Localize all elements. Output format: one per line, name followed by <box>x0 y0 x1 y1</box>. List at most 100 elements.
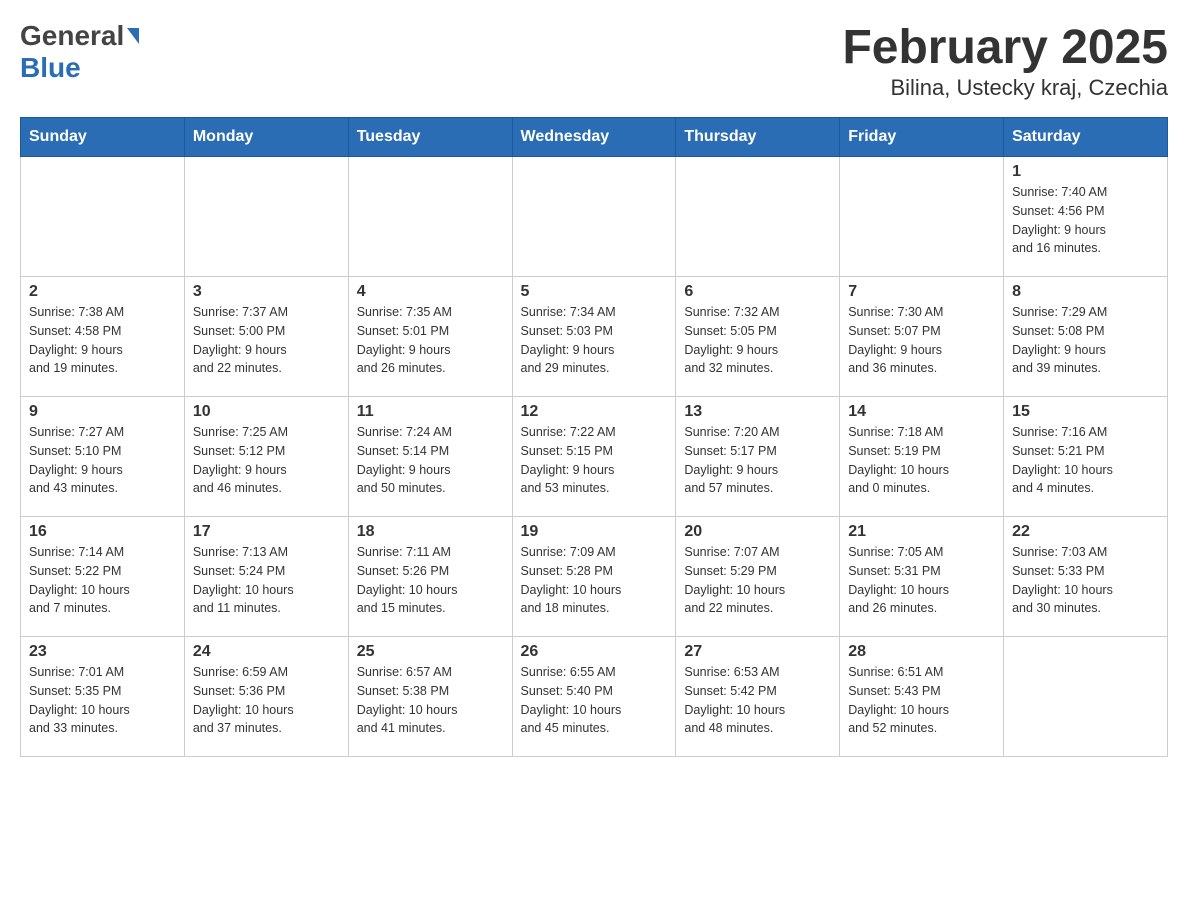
calendar-table: SundayMondayTuesdayWednesdayThursdayFrid… <box>20 117 1168 757</box>
day-number: 15 <box>1012 403 1159 421</box>
logo-general-text: General <box>20 20 124 52</box>
day-number: 18 <box>357 523 504 541</box>
day-info: Sunrise: 7:07 AM Sunset: 5:29 PM Dayligh… <box>684 543 831 618</box>
title-block: February 2025 Bilina, Ustecky kraj, Czec… <box>842 20 1168 101</box>
day-number: 19 <box>521 523 668 541</box>
calendar-cell: 25 Sunrise: 6:57 AM Sunset: 5:38 PM Dayli… <box>348 637 512 757</box>
day-info: Sunrise: 7:05 AM Sunset: 5:31 PM Dayligh… <box>848 543 995 618</box>
week-row: 16 Sunrise: 7:14 AM Sunset: 5:22 PM Dayli… <box>21 517 1168 637</box>
calendar-cell <box>676 157 840 277</box>
day-number: 23 <box>29 643 176 661</box>
calendar-subtitle: Bilina, Ustecky kraj, Czechia <box>842 75 1168 101</box>
day-number: 7 <box>848 283 995 301</box>
day-of-week-header: Saturday <box>1004 118 1168 157</box>
day-info: Sunrise: 6:51 AM Sunset: 5:43 PM Dayligh… <box>848 663 995 738</box>
day-number: 11 <box>357 403 504 421</box>
calendar-cell: 12 Sunrise: 7:22 AM Sunset: 5:15 PM Dayli… <box>512 397 676 517</box>
day-number: 26 <box>521 643 668 661</box>
day-info: Sunrise: 7:38 AM Sunset: 4:58 PM Dayligh… <box>29 303 176 378</box>
day-info: Sunrise: 7:13 AM Sunset: 5:24 PM Dayligh… <box>193 543 340 618</box>
day-number: 27 <box>684 643 831 661</box>
day-info: Sunrise: 7:22 AM Sunset: 5:15 PM Dayligh… <box>521 423 668 498</box>
day-info: Sunrise: 7:30 AM Sunset: 5:07 PM Dayligh… <box>848 303 995 378</box>
calendar-cell: 8 Sunrise: 7:29 AM Sunset: 5:08 PM Daylig… <box>1004 277 1168 397</box>
day-of-week-header: Thursday <box>676 118 840 157</box>
calendar-cell: 14 Sunrise: 7:18 AM Sunset: 5:19 PM Dayli… <box>840 397 1004 517</box>
day-info: Sunrise: 7:14 AM Sunset: 5:22 PM Dayligh… <box>29 543 176 618</box>
calendar-cell: 21 Sunrise: 7:05 AM Sunset: 5:31 PM Dayli… <box>840 517 1004 637</box>
day-info: Sunrise: 7:18 AM Sunset: 5:19 PM Dayligh… <box>848 423 995 498</box>
day-number: 4 <box>357 283 504 301</box>
calendar-header-row: SundayMondayTuesdayWednesdayThursdayFrid… <box>21 118 1168 157</box>
calendar-cell: 3Sunrise: 7:37 AM Sunset: 5:00 PM Daylig… <box>184 277 348 397</box>
day-number: 28 <box>848 643 995 661</box>
calendar-cell: 9 Sunrise: 7:27 AM Sunset: 5:10 PM Daylig… <box>21 397 185 517</box>
day-of-week-header: Sunday <box>21 118 185 157</box>
day-info: Sunrise: 7:40 AM Sunset: 4:56 PM Dayligh… <box>1012 183 1159 258</box>
day-info: Sunrise: 7:35 AM Sunset: 5:01 PM Dayligh… <box>357 303 504 378</box>
day-number: 2 <box>29 283 176 301</box>
day-number: 8 <box>1012 283 1159 301</box>
calendar-cell <box>184 157 348 277</box>
calendar-cell: 5 Sunrise: 7:34 AM Sunset: 5:03 PM Daylig… <box>512 277 676 397</box>
calendar-cell: 6 Sunrise: 7:32 AM Sunset: 5:05 PM Daylig… <box>676 277 840 397</box>
calendar-cell: 15 Sunrise: 7:16 AM Sunset: 5:21 PM Dayli… <box>1004 397 1168 517</box>
day-info: Sunrise: 7:34 AM Sunset: 5:03 PM Dayligh… <box>521 303 668 378</box>
day-info: Sunrise: 7:24 AM Sunset: 5:14 PM Dayligh… <box>357 423 504 498</box>
day-info: Sunrise: 7:03 AM Sunset: 5:33 PM Dayligh… <box>1012 543 1159 618</box>
calendar-cell <box>1004 637 1168 757</box>
calendar-cell: 20 Sunrise: 7:07 AM Sunset: 5:29 PM Dayli… <box>676 517 840 637</box>
calendar-cell: 16 Sunrise: 7:14 AM Sunset: 5:22 PM Dayli… <box>21 517 185 637</box>
calendar-cell <box>840 157 1004 277</box>
day-info: Sunrise: 7:32 AM Sunset: 5:05 PM Dayligh… <box>684 303 831 378</box>
day-info: Sunrise: 6:55 AM Sunset: 5:40 PM Dayligh… <box>521 663 668 738</box>
day-number: 13 <box>684 403 831 421</box>
calendar-cell: 23Sunrise: 7:01 AM Sunset: 5:35 PM Dayli… <box>21 637 185 757</box>
day-of-week-header: Tuesday <box>348 118 512 157</box>
week-row: 9 Sunrise: 7:27 AM Sunset: 5:10 PM Daylig… <box>21 397 1168 517</box>
day-number: 14 <box>848 403 995 421</box>
day-number: 16 <box>29 523 176 541</box>
day-info: Sunrise: 7:25 AM Sunset: 5:12 PM Dayligh… <box>193 423 340 498</box>
page-header: General Blue February 2025 Bilina, Ustec… <box>20 20 1168 101</box>
day-number: 20 <box>684 523 831 541</box>
day-info: Sunrise: 7:29 AM Sunset: 5:08 PM Dayligh… <box>1012 303 1159 378</box>
logo: General Blue <box>20 20 139 84</box>
calendar-cell: 7 Sunrise: 7:30 AM Sunset: 5:07 PM Daylig… <box>840 277 1004 397</box>
day-info: Sunrise: 6:53 AM Sunset: 5:42 PM Dayligh… <box>684 663 831 738</box>
logo-blue-text: Blue <box>20 52 81 83</box>
day-number: 5 <box>521 283 668 301</box>
day-of-week-header: Friday <box>840 118 1004 157</box>
calendar-cell: 4 Sunrise: 7:35 AM Sunset: 5:01 PM Daylig… <box>348 277 512 397</box>
day-info: Sunrise: 7:27 AM Sunset: 5:10 PM Dayligh… <box>29 423 176 498</box>
calendar-cell: 18 Sunrise: 7:11 AM Sunset: 5:26 PM Dayli… <box>348 517 512 637</box>
day-of-week-header: Monday <box>184 118 348 157</box>
calendar-cell: 19 Sunrise: 7:09 AM Sunset: 5:28 PM Dayli… <box>512 517 676 637</box>
day-number: 24 <box>193 643 340 661</box>
day-number: 25 <box>357 643 504 661</box>
day-number: 9 <box>29 403 176 421</box>
day-number: 22 <box>1012 523 1159 541</box>
calendar-cell: 26 Sunrise: 6:55 AM Sunset: 5:40 PM Dayli… <box>512 637 676 757</box>
calendar-cell: 28 Sunrise: 6:51 AM Sunset: 5:43 PM Dayli… <box>840 637 1004 757</box>
day-info: Sunrise: 7:16 AM Sunset: 5:21 PM Dayligh… <box>1012 423 1159 498</box>
day-info: Sunrise: 6:57 AM Sunset: 5:38 PM Dayligh… <box>357 663 504 738</box>
logo-triangle-icon <box>127 28 139 44</box>
day-number: 10 <box>193 403 340 421</box>
calendar-cell: 2 Sunrise: 7:38 AM Sunset: 4:58 PM Daylig… <box>21 277 185 397</box>
calendar-cell: 22 Sunrise: 7:03 AM Sunset: 5:33 PM Dayli… <box>1004 517 1168 637</box>
calendar-cell <box>512 157 676 277</box>
day-info: Sunrise: 7:11 AM Sunset: 5:26 PM Dayligh… <box>357 543 504 618</box>
calendar-cell: 27 Sunrise: 6:53 AM Sunset: 5:42 PM Dayli… <box>676 637 840 757</box>
calendar-cell: 10 Sunrise: 7:25 AM Sunset: 5:12 PM Dayli… <box>184 397 348 517</box>
day-number: 12 <box>521 403 668 421</box>
week-row: 23Sunrise: 7:01 AM Sunset: 5:35 PM Dayli… <box>21 637 1168 757</box>
day-number: 21 <box>848 523 995 541</box>
calendar-cell <box>348 157 512 277</box>
calendar-cell: 11 Sunrise: 7:24 AM Sunset: 5:14 PM Dayli… <box>348 397 512 517</box>
calendar-cell: 13 Sunrise: 7:20 AM Sunset: 5:17 PM Dayli… <box>676 397 840 517</box>
day-info: Sunrise: 6:59 AM Sunset: 5:36 PM Dayligh… <box>193 663 340 738</box>
day-number: 6 <box>684 283 831 301</box>
day-info: Sunrise: 7:20 AM Sunset: 5:17 PM Dayligh… <box>684 423 831 498</box>
day-info: Sunrise: 7:09 AM Sunset: 5:28 PM Dayligh… <box>521 543 668 618</box>
